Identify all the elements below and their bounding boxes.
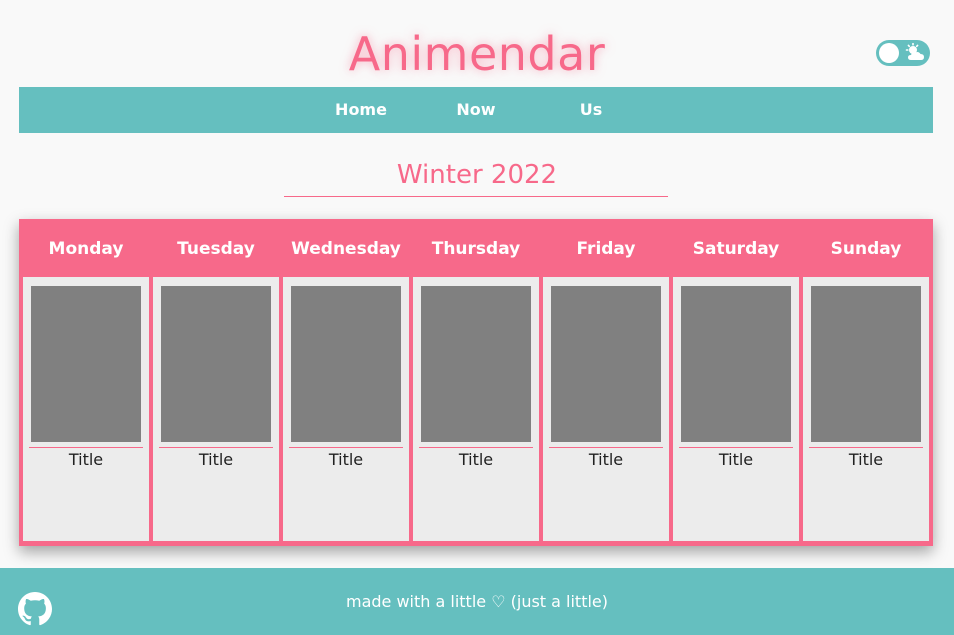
day-column-sunday: Sunday Title [803,219,929,546]
day-header: Monday [48,239,124,259]
day-column-friday: Friday Title [543,219,669,546]
poster-image [421,286,531,442]
card-divider [419,447,533,448]
nav-item-now[interactable]: Now [436,87,516,133]
anime-card[interactable]: Title [153,277,279,541]
day-column-monday: Monday Title [23,219,149,546]
weekly-calendar: Monday Title Tuesday Title Wednesday Tit… [19,219,933,546]
page-footer: made with a little ♡ (just a little) [0,568,954,635]
main-nav: Home Now Us [19,87,933,133]
poster-image [681,286,791,442]
poster-image [291,286,401,442]
card-divider [679,447,793,448]
card-divider [289,447,403,448]
anime-card[interactable]: Title [283,277,409,541]
card-title: Title [458,450,494,469]
poster-image [161,286,271,442]
day-header: Tuesday [177,239,255,259]
card-divider [159,447,273,448]
day-header: Thursday [431,239,521,259]
day-header: Friday [576,239,636,259]
theme-toggle[interactable] [876,40,930,66]
card-divider [549,447,663,448]
day-column-saturday: Saturday Title [673,219,799,546]
day-header: Saturday [692,239,780,259]
day-header: Wednesday [291,239,401,259]
day-column-thursday: Thursday Title [413,219,539,546]
footer-text: made with a little ♡ (just a little) [345,592,609,611]
card-title: Title [68,450,104,469]
day-column-wednesday: Wednesday Title [283,219,409,546]
nav-item-us[interactable]: Us [551,87,631,133]
nav-item-home[interactable]: Home [321,87,401,133]
card-title: Title [198,450,234,469]
season-heading: Winter 2022 [396,160,558,190]
season-divider [284,196,668,197]
poster-image [31,286,141,442]
app-title: Animendar [348,27,606,81]
card-title: Title [848,450,884,469]
anime-card[interactable]: Title [413,277,539,541]
card-title: Title [718,450,754,469]
card-title: Title [588,450,624,469]
anime-card[interactable]: Title [23,277,149,541]
day-header: Sunday [830,239,902,259]
anime-card[interactable]: Title [543,277,669,541]
day-column-tuesday: Tuesday Title [153,219,279,546]
poster-image [811,286,921,442]
anime-card[interactable]: Title [803,277,929,541]
card-divider [809,447,923,448]
anime-card[interactable]: Title [673,277,799,541]
card-divider [29,447,143,448]
poster-image [551,286,661,442]
card-title: Title [328,450,364,469]
toggle-knob [879,43,899,63]
sun-cloud-icon [905,43,924,60]
